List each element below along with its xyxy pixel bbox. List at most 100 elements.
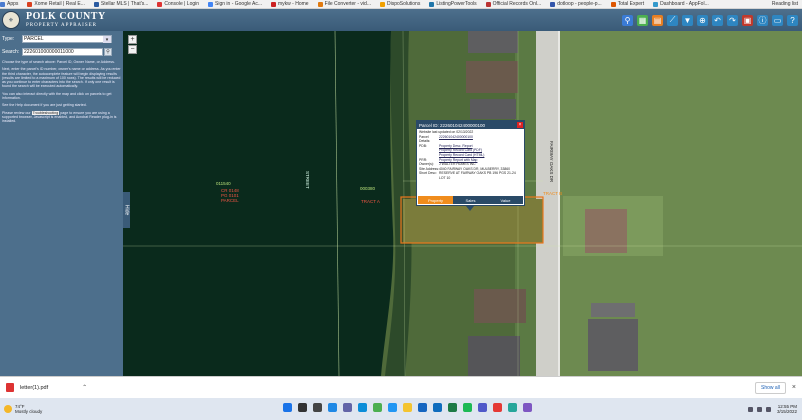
chevron-down-icon[interactable]: ▾ xyxy=(103,36,111,43)
bookmark-favicon-icon xyxy=(610,1,616,7)
popup-row-link[interactable]: 222601042400000100 xyxy=(439,135,522,144)
download-item[interactable]: letter(1).pdf ⌃ xyxy=(6,383,87,392)
parcel-number-label: 000380 xyxy=(360,186,376,191)
bookmark-item[interactable]: Apps xyxy=(0,1,18,7)
chrome-2-icon[interactable] xyxy=(493,403,502,412)
search-label: Search: xyxy=(2,49,20,55)
file-explorer-icon[interactable] xyxy=(403,403,412,412)
bookmark-favicon-icon xyxy=(429,1,435,7)
bookmark-item[interactable]: Xome Retail | Real E... xyxy=(27,1,85,7)
search-icon[interactable]: ⚲ xyxy=(104,48,112,56)
store-icon[interactable] xyxy=(388,403,397,412)
tab-property[interactable]: Property xyxy=(418,196,453,204)
hide-sidebar-tab[interactable]: Hide xyxy=(123,192,130,228)
bookmark-favicon-icon xyxy=(379,1,385,7)
bookmark-item[interactable]: Sign in - Google Ac... xyxy=(208,1,262,7)
app-title: POLK COUNTY xyxy=(26,11,106,22)
popup-row-key: Parcel Details: xyxy=(419,134,431,144)
snip-icon[interactable] xyxy=(523,403,532,412)
search-sidebar: Type: PARCEL ▾ Search: 22260100000001100… xyxy=(0,31,123,376)
bookmark-item[interactable]: Total Expert xyxy=(610,1,644,7)
print-icon[interactable]: ▣ xyxy=(742,14,753,26)
type-select[interactable]: PARCEL ▾ xyxy=(22,35,112,43)
bookmark-favicon-icon xyxy=(93,1,99,7)
popup-row: Short Desc: RESERVE AT FAIRWAY OAKS PB 19… xyxy=(419,171,522,180)
mail-icon[interactable] xyxy=(418,403,427,412)
zoom-icon[interactable]: ⊕ xyxy=(697,14,708,26)
bookmark-label: ListingPowerTools xyxy=(436,1,477,7)
parcel-popup: Parcel ID: 222601042400000100 × Website … xyxy=(416,120,525,206)
weather-widget[interactable]: 74°F Mostly cloudy xyxy=(4,404,42,415)
popup-row-key: Short Desc: xyxy=(419,171,437,176)
zoom-out-button[interactable]: − xyxy=(128,45,137,54)
info-icon[interactable]: ⓘ xyxy=(757,14,768,26)
popup-header: Parcel ID: 222601042400000100 × xyxy=(417,121,524,129)
popup-tabs: Property Sales Value xyxy=(418,196,523,204)
windows-start-icon[interactable] xyxy=(283,403,292,412)
close-icon[interactable]: × xyxy=(517,122,523,128)
help-paragraph-1: Choose the type of search above: Parcel … xyxy=(2,60,115,64)
taskbar-apps xyxy=(283,403,538,412)
bookmark-item[interactable]: Stellar MLS | That's... xyxy=(93,1,148,7)
search-input[interactable]: 222601000000011000 xyxy=(22,48,103,56)
bookmark-favicon-icon xyxy=(208,1,214,7)
clock[interactable]: 12:55 PM 3/15/2022 xyxy=(777,404,797,415)
popup-title: Parcel ID: 222601042400000100 xyxy=(419,122,486,128)
search-icon[interactable] xyxy=(298,403,307,412)
forward-icon[interactable]: ↷ xyxy=(727,14,738,26)
layers-icon[interactable]: ▤ xyxy=(652,14,663,26)
edge-icon[interactable] xyxy=(358,403,367,412)
show-all-button[interactable]: Show all xyxy=(755,381,786,394)
street-label: STREET xyxy=(305,171,310,189)
system-tray: 12:55 PM 3/15/2022 xyxy=(744,404,797,415)
close-icon[interactable]: × xyxy=(792,384,796,391)
teams-icon[interactable] xyxy=(478,403,487,412)
tab-value[interactable]: Value xyxy=(488,196,523,204)
search-row: Search: 222601000000011000 ⚲ xyxy=(2,47,121,57)
app-icon[interactable] xyxy=(508,403,517,412)
tab-sales[interactable]: Sales xyxy=(453,196,488,204)
zoom-in-button[interactable]: + xyxy=(128,35,137,44)
parcel-annotation: TRACT A xyxy=(361,199,380,204)
volume-icon[interactable] xyxy=(765,406,771,412)
outlook-icon[interactable] xyxy=(433,403,442,412)
spotify-icon[interactable] xyxy=(463,403,472,412)
bookmark-item[interactable]: Dashboard - AppFol... xyxy=(653,1,709,7)
widgets-icon[interactable] xyxy=(328,403,337,412)
bookmark-label: Apps xyxy=(7,1,19,7)
filter-icon[interactable]: ▼ xyxy=(682,14,693,26)
task-view-icon[interactable] xyxy=(313,403,322,412)
bookmark-item[interactable]: Official Records Onl... xyxy=(485,1,541,7)
bookmark-favicon-icon xyxy=(485,1,491,7)
binoculars-icon[interactable]: ⚲ xyxy=(622,14,633,26)
help-paragraph-4: See the Help document if you are just ge… xyxy=(2,103,87,108)
bookmark-favicon-icon xyxy=(0,1,5,7)
bookmark-item[interactable]: DispoSolutions xyxy=(379,1,420,7)
bookmark-item[interactable]: ListingPowerTools xyxy=(429,1,477,7)
chevron-up-icon[interactable]: ⌃ xyxy=(82,384,87,391)
help-icon[interactable]: ? xyxy=(787,14,798,26)
reading-list-button[interactable]: Reading list xyxy=(772,1,798,7)
bookmark-label: File Converter - vid... xyxy=(324,1,371,7)
bookmark-favicon-icon xyxy=(27,1,33,7)
excel-icon[interactable] xyxy=(448,403,457,412)
bookmark-item[interactable]: mykw - Home xyxy=(271,1,309,7)
download-bar: letter(1).pdf ⌃ Show all × xyxy=(0,376,802,398)
export-icon[interactable]: ▭ xyxy=(772,14,783,26)
bookmark-item[interactable]: Console | Login xyxy=(157,1,199,7)
grid-icon[interactable]: ▦ xyxy=(637,14,648,26)
bookmark-label: Sign in - Google Ac... xyxy=(215,1,263,7)
measure-icon[interactable]: ⟋ xyxy=(667,14,678,26)
back-icon[interactable]: ↶ xyxy=(712,14,723,26)
bookmark-favicon-icon xyxy=(271,1,277,7)
chrome-icon[interactable] xyxy=(373,403,382,412)
bookmark-label: Dashboard - AppFol... xyxy=(660,1,709,7)
chat-icon[interactable] xyxy=(343,403,352,412)
search-value: 222601000000011000 xyxy=(24,49,74,55)
bookmark-item[interactable]: dotloop - people-p... xyxy=(550,1,602,7)
sun-icon xyxy=(4,405,12,413)
bookmark-item[interactable]: File Converter - vid... xyxy=(317,1,371,7)
wifi-icon[interactable] xyxy=(756,406,762,412)
parcel-number-label: 011540 xyxy=(216,181,231,186)
chevron-up-icon[interactable] xyxy=(747,406,753,412)
